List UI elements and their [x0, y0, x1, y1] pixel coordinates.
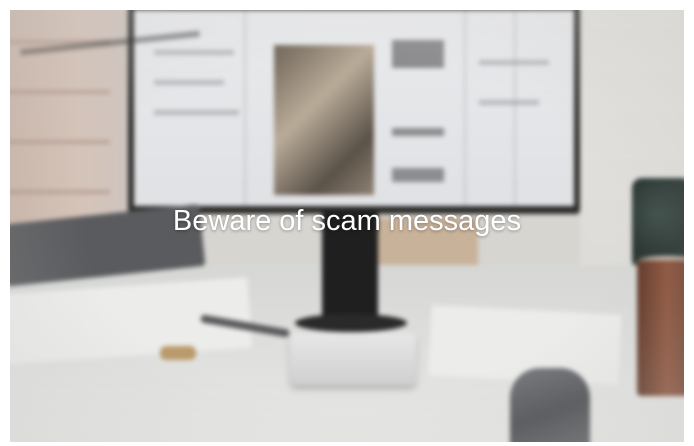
- caption-text: Beware of scam messages: [172, 205, 522, 237]
